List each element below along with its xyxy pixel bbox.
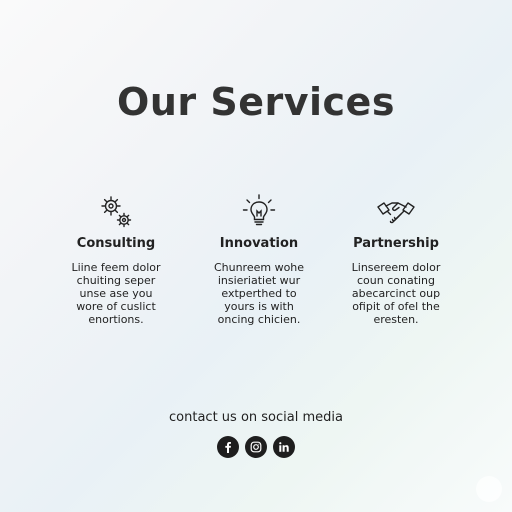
service-title: Consulting bbox=[76, 236, 156, 251]
instagram-icon bbox=[250, 441, 262, 453]
service-title: Innovation bbox=[219, 236, 299, 251]
service-description: Chunreem wohe insieriatiet wur extperthe… bbox=[213, 261, 305, 326]
social-links bbox=[0, 436, 512, 458]
service-consulting: Consulting Liine feem dolor chuiting sep… bbox=[41, 192, 191, 326]
services-section: Consulting Liine feem dolor chuiting sep… bbox=[0, 192, 512, 342]
service-description: Liine feem dolor chuiting seper unse ase… bbox=[71, 261, 161, 326]
watermark-logo bbox=[476, 476, 502, 502]
contact-text: contact us on social media bbox=[169, 410, 343, 425]
facebook-button[interactable] bbox=[217, 436, 239, 458]
service-innovation: Innovation Chunreem wohe insieriatiet wu… bbox=[184, 192, 334, 326]
facebook-icon bbox=[225, 442, 231, 453]
service-partnership: Partnership Linsereem dolor coun conatin… bbox=[321, 192, 471, 326]
linkedin-icon bbox=[279, 442, 289, 452]
gears-icon bbox=[101, 196, 132, 228]
linkedin-button[interactable] bbox=[273, 436, 295, 458]
handshake-icon bbox=[377, 202, 415, 224]
service-title: Partnership bbox=[353, 236, 439, 251]
lightbulb-icon bbox=[242, 194, 276, 226]
instagram-button[interactable] bbox=[245, 436, 267, 458]
page-title: Our Services bbox=[117, 80, 395, 124]
service-description: Linsereem dolor coun conating abecarcinc… bbox=[351, 261, 441, 326]
